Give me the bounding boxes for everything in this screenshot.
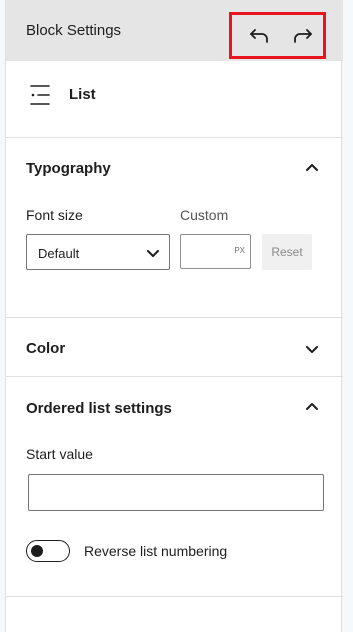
list-icon xyxy=(30,85,50,105)
redo-button[interactable] xyxy=(288,23,318,49)
reset-button[interactable]: Reset xyxy=(262,234,312,270)
typography-panel: Typography Font size Custom Default PX R… xyxy=(6,138,343,318)
block-card: List xyxy=(6,61,343,138)
color-panel: Color xyxy=(6,318,343,377)
reverse-numbering-toggle[interactable] xyxy=(26,540,70,562)
chevron-down-icon xyxy=(147,250,159,257)
font-size-select-value: Default xyxy=(38,246,80,261)
history-controls-highlight xyxy=(229,12,326,59)
custom-size-label: Custom xyxy=(180,207,229,223)
toggle-knob xyxy=(31,545,43,557)
chevron-up-icon[interactable] xyxy=(303,159,321,177)
ordered-list-panel-title[interactable]: Ordered list settings xyxy=(26,400,172,417)
reverse-numbering-label[interactable]: Reverse list numbering xyxy=(84,543,227,559)
typography-panel-title[interactable]: Typography xyxy=(26,160,111,177)
redo-icon xyxy=(294,29,312,43)
undo-button[interactable] xyxy=(244,23,274,49)
font-size-label: Font size xyxy=(26,207,83,223)
color-panel-title[interactable]: Color xyxy=(26,340,65,357)
panel-title: Block Settings xyxy=(26,22,122,39)
undo-icon xyxy=(250,29,268,43)
custom-font-size-input[interactable]: PX xyxy=(180,234,251,269)
block-settings-panel: Block Settings List Typography Font size… xyxy=(5,0,343,632)
block-name: List xyxy=(69,86,96,103)
start-value-input[interactable] xyxy=(28,474,324,511)
unit-label: PX xyxy=(234,246,245,255)
panel-header: Block Settings xyxy=(6,0,343,61)
font-size-select[interactable]: Default xyxy=(26,234,170,270)
chevron-down-icon[interactable] xyxy=(303,340,321,358)
editor-sidebar-frame: Block Settings List Typography Font size… xyxy=(0,0,353,632)
ordered-list-panel: Ordered list settings Start value Revers… xyxy=(6,377,343,597)
start-value-label: Start value xyxy=(26,446,93,462)
chevron-up-icon[interactable] xyxy=(303,398,321,416)
